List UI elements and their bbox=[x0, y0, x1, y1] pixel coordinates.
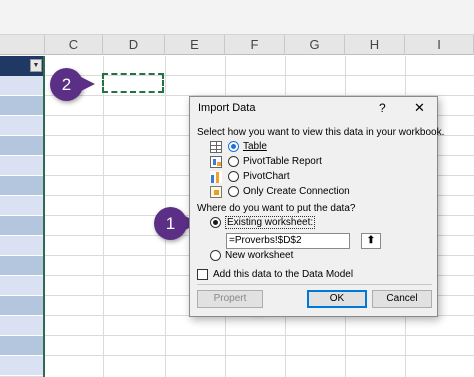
table-row[interactable] bbox=[0, 316, 43, 336]
data-model-checkbox[interactable] bbox=[197, 268, 208, 280]
option-new-worksheet[interactable]: New worksheet bbox=[210, 248, 293, 263]
table-row[interactable] bbox=[0, 176, 43, 196]
table-row[interactable] bbox=[0, 236, 43, 256]
table-row[interactable] bbox=[0, 156, 43, 176]
data-model-option[interactable]: Add this data to the Data Model bbox=[197, 267, 353, 281]
properties-button[interactable]: Propert bbox=[197, 290, 263, 308]
option-connection[interactable]: Only Create Connection bbox=[210, 184, 350, 199]
pivotchart-radio[interactable] bbox=[228, 171, 239, 182]
option-table[interactable]: Table bbox=[210, 139, 267, 154]
table-row[interactable] bbox=[0, 116, 43, 136]
option-label: Existing worksheet: bbox=[225, 216, 316, 229]
divider bbox=[197, 284, 432, 285]
table-row[interactable] bbox=[0, 216, 43, 236]
import-data-dialog: Import Data ? ✕ Select how you want to v… bbox=[189, 96, 444, 317]
pivottable-icon bbox=[210, 155, 222, 168]
option-label: PivotChart bbox=[243, 171, 290, 182]
cell-reference-input[interactable]: =Proverbs!$D$2 bbox=[226, 233, 350, 249]
table-row[interactable] bbox=[0, 276, 43, 296]
grid-line bbox=[103, 56, 104, 377]
column-header-f[interactable]: F bbox=[225, 35, 285, 55]
new-worksheet-radio[interactable] bbox=[210, 250, 221, 261]
grid-line bbox=[45, 335, 474, 336]
ribbon-strip bbox=[0, 0, 474, 35]
grid-line bbox=[45, 355, 474, 356]
table-header-cell[interactable]: ▼ bbox=[0, 56, 43, 76]
option-existing-worksheet[interactable]: Existing worksheet: bbox=[210, 215, 316, 230]
table-row[interactable] bbox=[0, 136, 43, 156]
help-icon[interactable]: ? bbox=[379, 101, 386, 115]
column-header-c[interactable]: C bbox=[45, 35, 103, 55]
close-icon[interactable]: ✕ bbox=[414, 100, 425, 116]
table-row[interactable] bbox=[0, 256, 43, 276]
view-prompt: Select how you want to view this data in… bbox=[197, 127, 445, 138]
step-1-callout: 1 bbox=[154, 207, 199, 240]
column-header-d[interactable]: D bbox=[103, 35, 165, 55]
table-column-b[interactable]: ▼ bbox=[0, 56, 45, 377]
step-2-callout: 2 bbox=[50, 68, 95, 101]
selected-cell-d2[interactable] bbox=[102, 73, 164, 93]
column-header-e[interactable]: E bbox=[165, 35, 225, 55]
option-label: Add this data to the Data Model bbox=[213, 268, 354, 280]
connection-icon bbox=[210, 185, 222, 198]
column-headers: C D E F G H I bbox=[0, 35, 474, 55]
column-header-b[interactable] bbox=[0, 35, 45, 55]
option-label: Only Create Connection bbox=[243, 186, 350, 197]
column-header-h[interactable]: H bbox=[345, 35, 405, 55]
existing-worksheet-radio[interactable] bbox=[210, 217, 221, 228]
pivottable-radio[interactable] bbox=[228, 156, 239, 167]
option-label: PivotTable Report bbox=[243, 156, 322, 167]
cancel-button[interactable]: Cancel bbox=[372, 290, 432, 308]
dialog-title: Import Data bbox=[198, 102, 256, 114]
filter-dropdown-icon[interactable]: ▼ bbox=[30, 59, 42, 72]
table-row[interactable] bbox=[0, 76, 43, 96]
connection-radio[interactable] bbox=[228, 186, 239, 197]
option-label: New worksheet bbox=[225, 250, 294, 261]
option-pivottable[interactable]: PivotTable Report bbox=[210, 154, 322, 169]
table-row[interactable] bbox=[0, 296, 43, 316]
option-pivotchart[interactable]: PivotChart bbox=[210, 169, 290, 184]
column-header-g[interactable]: G bbox=[285, 35, 345, 55]
table-row[interactable] bbox=[0, 96, 43, 116]
table-row[interactable] bbox=[0, 336, 43, 356]
table-row[interactable] bbox=[0, 196, 43, 216]
location-prompt: Where do you want to put the data? bbox=[197, 203, 356, 214]
table-icon bbox=[210, 140, 222, 153]
collapse-dialog-icon[interactable]: ⬆ bbox=[361, 233, 381, 249]
option-label: Table bbox=[243, 141, 267, 152]
table-radio[interactable] bbox=[228, 141, 239, 152]
table-row[interactable] bbox=[0, 356, 43, 376]
ok-button[interactable]: OK bbox=[307, 290, 367, 308]
column-header-i[interactable]: I bbox=[405, 35, 474, 55]
pivotchart-icon bbox=[210, 170, 222, 183]
